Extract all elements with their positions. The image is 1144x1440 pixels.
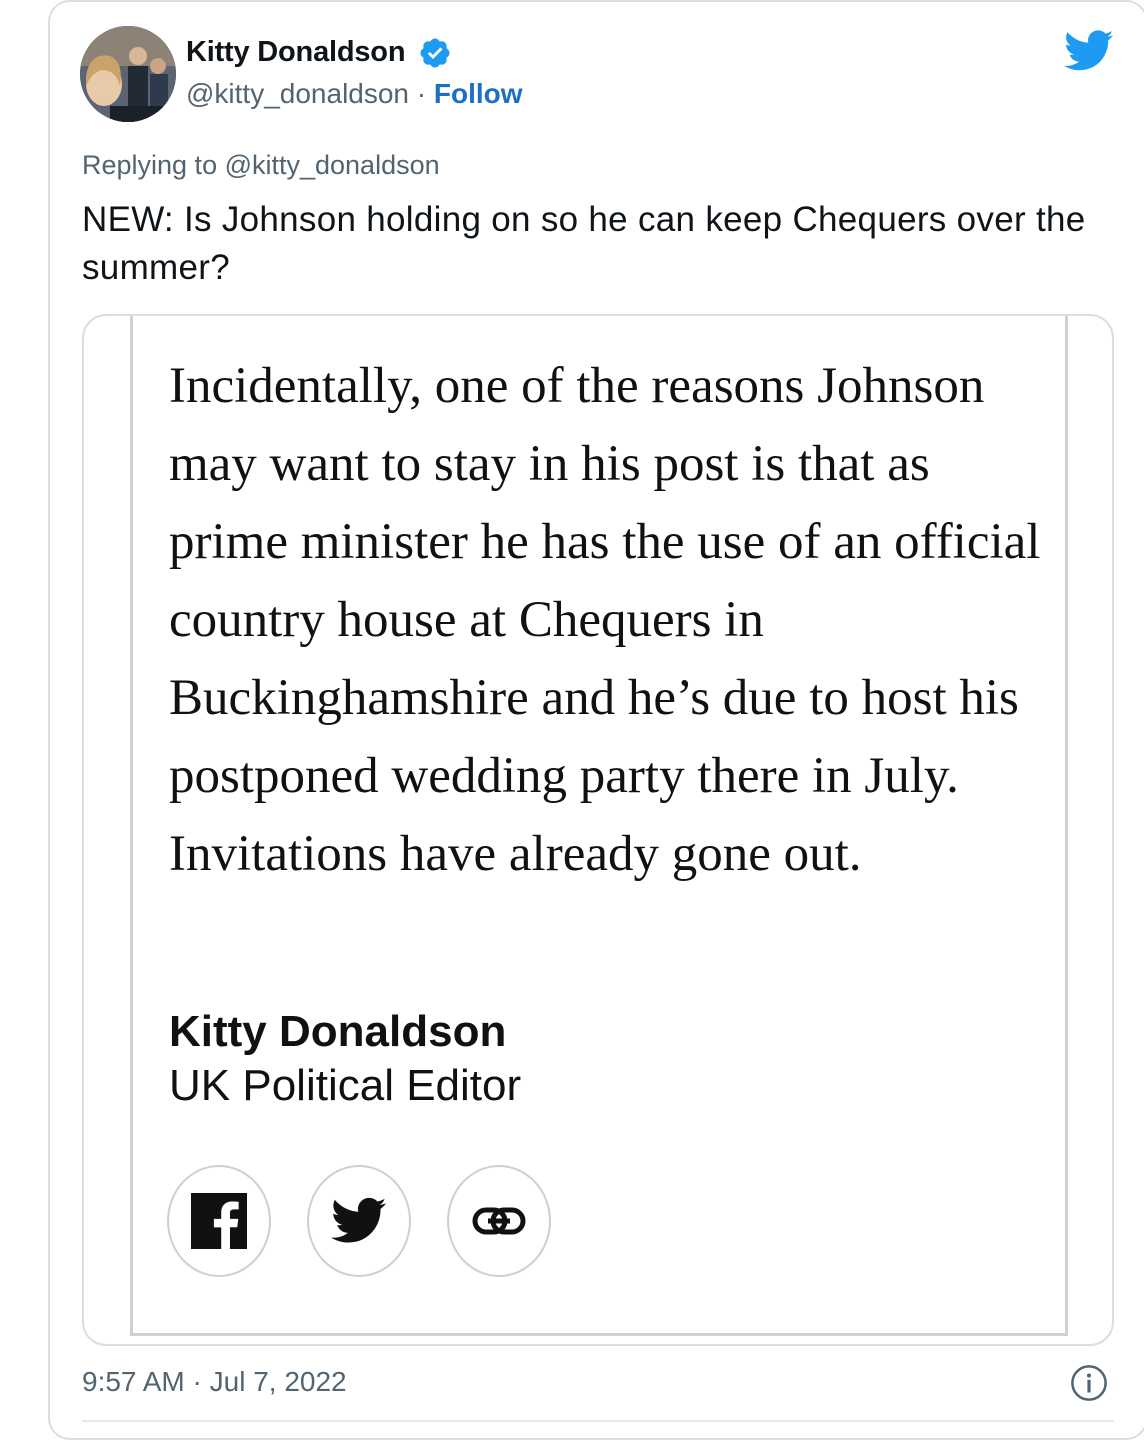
quote-card: Incidentally, one of the reasons Johnson… <box>130 316 1068 1336</box>
signature-name: Kitty Donaldson <box>169 1007 507 1056</box>
quote-text: Incidentally, one of the reasons Johnson… <box>169 358 1041 882</box>
facebook-icon <box>191 1193 247 1249</box>
timestamp-separator: · <box>192 1366 202 1397</box>
tweet-text: NEW: Is Johnson holding on so he can kee… <box>82 200 1086 287</box>
avatar-photo <box>80 26 176 122</box>
tweet-timestamp[interactable]: 9:57 AM · Jul 7, 2022 <box>82 1366 347 1398</box>
avatar[interactable] <box>80 26 176 122</box>
facebook-share-button <box>167 1165 271 1277</box>
twitter-icon <box>331 1197 387 1243</box>
follow-button[interactable]: Follow <box>434 78 523 109</box>
tweet-time: 9:57 AM <box>82 1366 185 1397</box>
handle-separator: · <box>416 78 427 109</box>
signature-title: UK Political Editor <box>169 1061 522 1110</box>
author-handle[interactable]: @kitty_donaldson <box>186 78 409 109</box>
tweet-media[interactable]: Incidentally, one of the reasons Johnson… <box>82 314 1114 1346</box>
info-icon[interactable] <box>1070 1364 1108 1402</box>
twitter-logo-icon[interactable] <box>1064 30 1114 72</box>
handle-row: @kitty_donaldson · Follow <box>186 78 523 110</box>
link-icon <box>472 1207 526 1235</box>
twitter-share-button <box>307 1165 411 1277</box>
tweet-date: Jul 7, 2022 <box>209 1366 347 1397</box>
replying-to[interactable]: Replying to @kitty_donaldson <box>82 150 440 181</box>
author-name[interactable]: Kitty Donaldson <box>186 36 406 69</box>
verified-badge-icon <box>420 38 450 68</box>
divider <box>82 1420 1114 1422</box>
link-share-button <box>447 1165 551 1277</box>
